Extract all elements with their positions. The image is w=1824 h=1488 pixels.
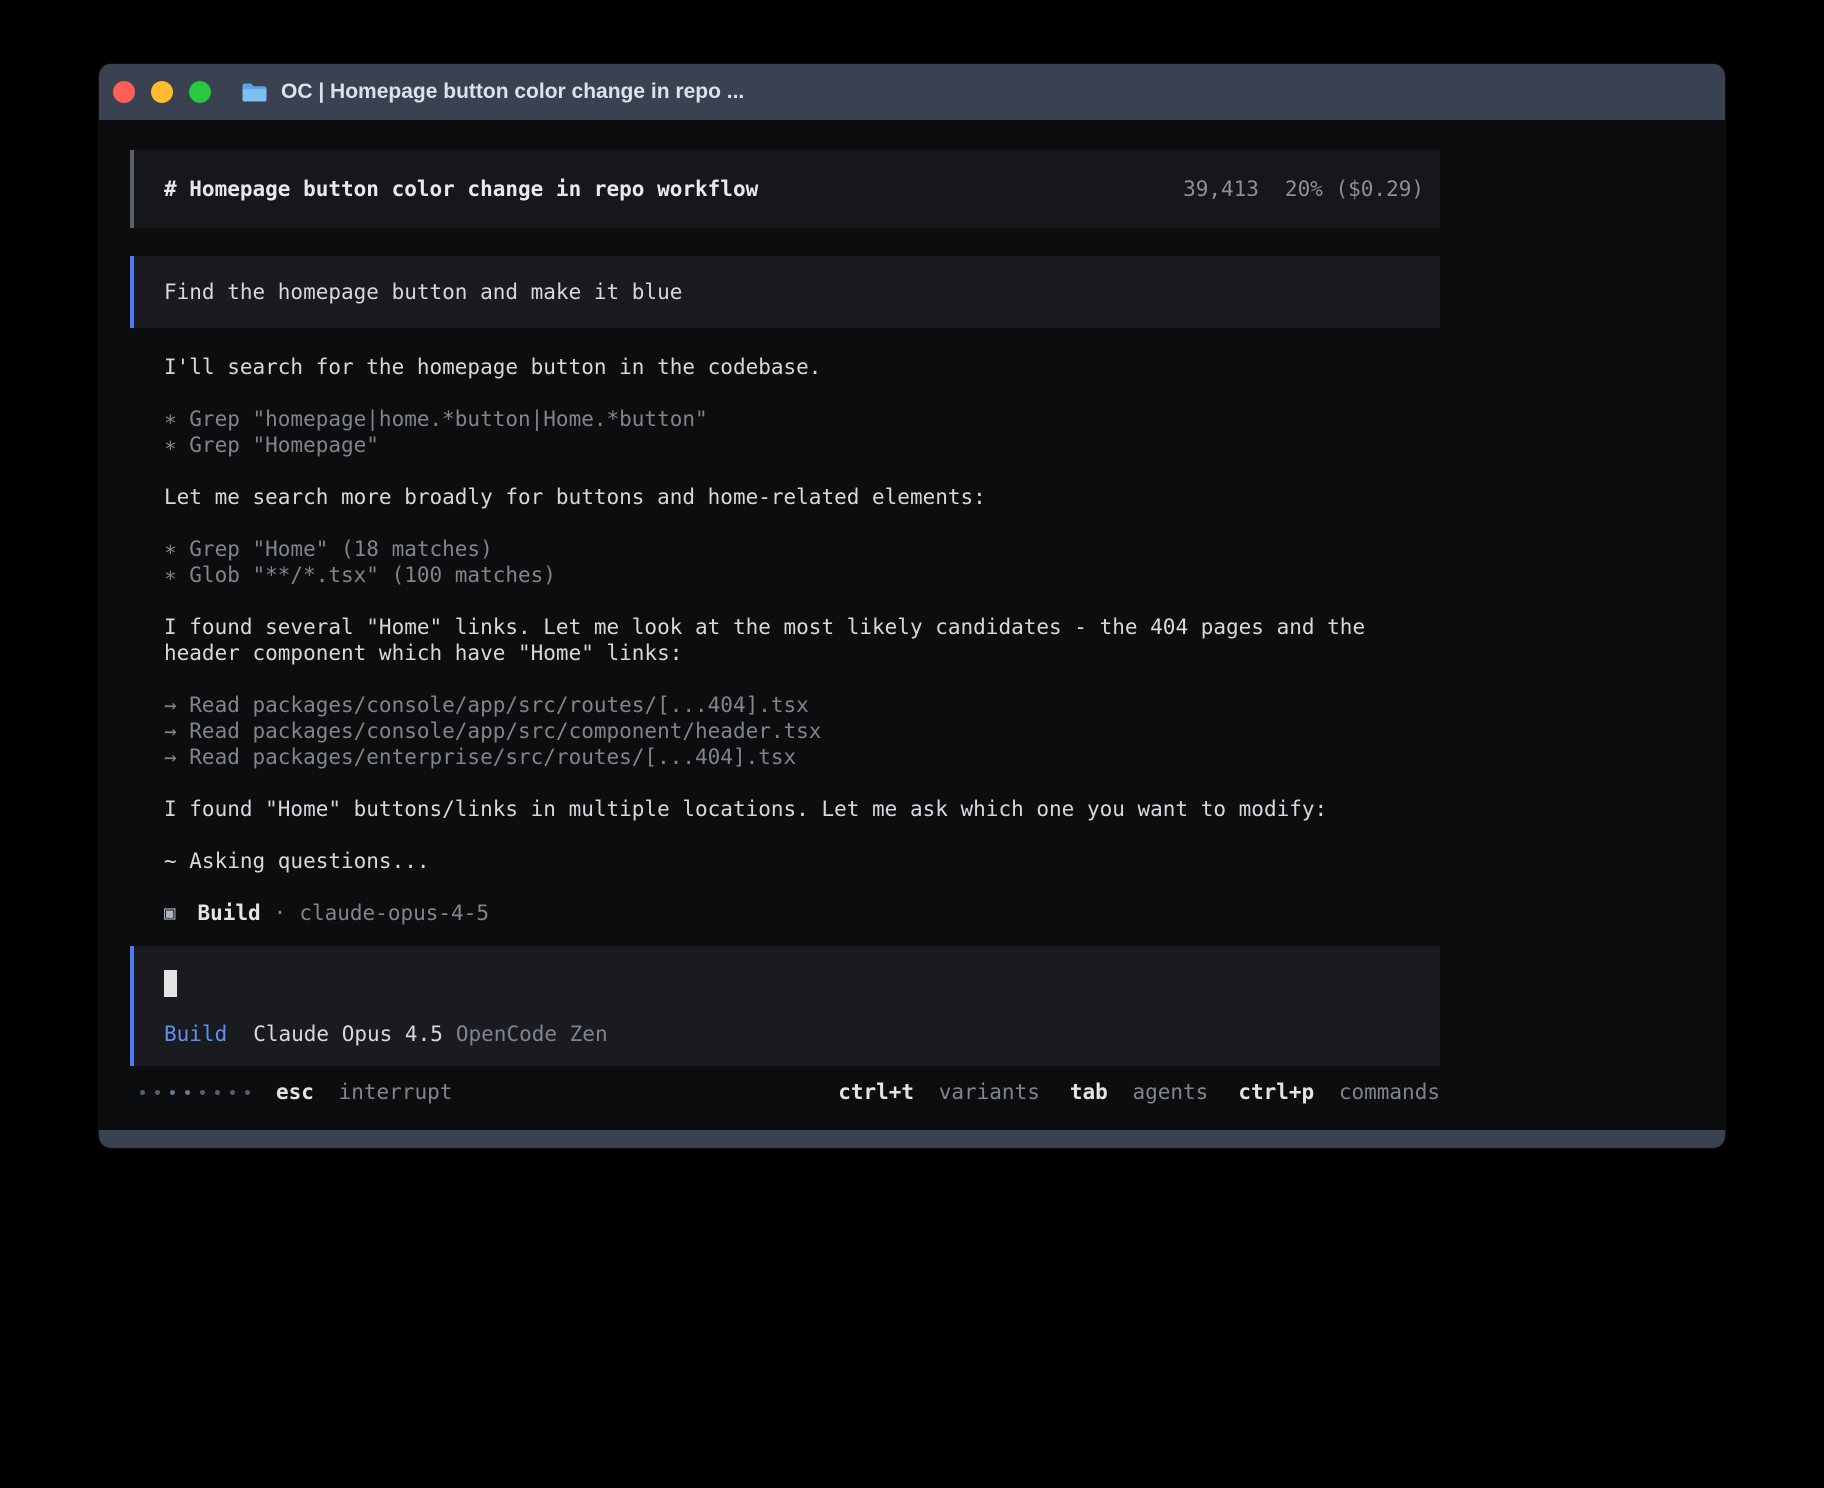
status-left: esc interrupt (140, 1079, 452, 1105)
tool-call-read: → Read packages/console/app/src/routes/[… (164, 692, 1440, 718)
tool-call-group: → Read packages/console/app/src/routes/[… (164, 692, 1440, 770)
tool-call-read: → Read packages/console/app/src/componen… (164, 718, 1440, 744)
desktop: { "colors": { "accent_blue": "#4e7df2", … (0, 0, 1824, 1488)
status-bar: esc interrupt ctrl+t variants tab agents… (130, 1078, 1440, 1106)
assistant-message: I found "Home" buttons/links in multiple… (164, 796, 1440, 822)
esc-key: esc (276, 1080, 314, 1104)
spinner (140, 1090, 250, 1095)
tool-call-grep: ∗ Grep "Home" (18 matches) (164, 536, 1440, 562)
window-title: OC | Homepage button color change in rep… (281, 80, 744, 104)
esc-hint: esc interrupt (276, 1079, 452, 1105)
user-message: Find the homepage button and make it blu… (130, 256, 1440, 328)
session-header: # Homepage button color change in repo w… (130, 150, 1440, 228)
esc-label: interrupt (339, 1080, 453, 1104)
spinner-dot (185, 1090, 190, 1095)
variants-key: ctrl+t (838, 1080, 914, 1104)
prompt-input[interactable]: Build Claude Opus 4.5 OpenCode Zen (130, 946, 1440, 1066)
spinner-dot (140, 1090, 145, 1095)
minimize-button[interactable] (151, 81, 173, 103)
spinner-dot (230, 1090, 235, 1095)
tool-call-read: → Read packages/enterprise/src/routes/[.… (164, 744, 1440, 770)
model-indicator: Claude Opus 4.5 (253, 1021, 443, 1047)
tool-call-group: ∗ Grep "homepage|home.*button|Home.*butt… (164, 406, 1440, 458)
token-count: 39,413 (1183, 176, 1259, 202)
agent-name: Build (197, 900, 260, 926)
variants-hint: ctrl+t variants (838, 1079, 1040, 1105)
traffic-lights (113, 81, 211, 103)
input-mode-line: Build Claude Opus 4.5 OpenCode Zen (164, 1021, 1410, 1047)
commands-key: ctrl+p (1238, 1080, 1314, 1104)
spinner-dot (200, 1090, 205, 1095)
assistant-message: Let me search more broadly for buttons a… (164, 484, 1440, 510)
tool-call-group: ∗ Grep "Home" (18 matches) ∗ Glob "**/*.… (164, 536, 1440, 588)
context-usage: 20% ($0.29) (1285, 176, 1424, 202)
asking-status: ~ Asking questions... (164, 848, 1440, 874)
agent-separator: · (274, 900, 287, 926)
status-right: ctrl+t variants tab agents ctrl+p comman… (838, 1079, 1440, 1105)
user-message-text: Find the homepage button and make it blu… (164, 279, 682, 305)
tool-call-glob: ∗ Glob "**/*.tsx" (100 matches) (164, 562, 1440, 588)
tool-call-grep: ∗ Grep "homepage|home.*button|Home.*butt… (164, 406, 1440, 432)
assistant-message: I'll search for the homepage button in t… (164, 354, 1440, 380)
spinner-dot (215, 1090, 220, 1095)
commands-label: commands (1339, 1080, 1440, 1104)
titlebar-title-group: OC | Homepage button color change in rep… (241, 80, 744, 104)
zoom-button[interactable] (189, 81, 211, 103)
spinner-dot (245, 1090, 250, 1095)
terminal-content: # Homepage button color change in repo w… (99, 120, 1725, 1130)
spinner-dot (155, 1090, 160, 1095)
agent-status-row: ▣ Build · claude-opus-4-5 (164, 900, 1440, 926)
mode-indicator: Build (164, 1021, 227, 1047)
conversation: I'll search for the homepage button in t… (130, 354, 1440, 926)
assistant-message: I found several "Home" links. Let me loo… (164, 614, 1440, 666)
terminal-window: OC | Homepage button color change in rep… (99, 64, 1725, 1148)
titlebar[interactable]: OC | Homepage button color change in rep… (99, 64, 1725, 120)
agents-key: tab (1070, 1080, 1108, 1104)
session-title: # Homepage button color change in repo w… (164, 176, 758, 202)
agent-icon: ▣ (164, 900, 175, 926)
agent-model: claude-opus-4-5 (299, 900, 489, 926)
variants-label: variants (939, 1080, 1040, 1104)
session-meta: 39,413 20% ($0.29) (1183, 176, 1424, 202)
text-cursor (164, 970, 177, 997)
spinner-dot (170, 1090, 175, 1095)
provider-indicator: OpenCode Zen (456, 1021, 608, 1047)
tool-call-grep: ∗ Grep "Homepage" (164, 432, 1440, 458)
agents-hint: tab agents (1070, 1079, 1208, 1105)
commands-hint: ctrl+p commands (1238, 1079, 1440, 1105)
folder-icon (241, 82, 268, 103)
agents-label: agents (1132, 1080, 1208, 1104)
close-button[interactable] (113, 81, 135, 103)
